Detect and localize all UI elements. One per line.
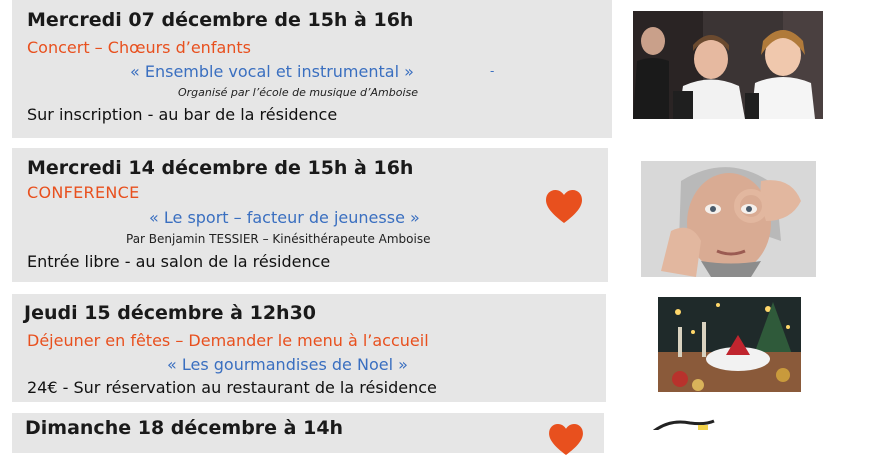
decorative-dash: -: [490, 64, 495, 78]
event-subtitle: CONFERENCE: [27, 183, 140, 202]
event-organizer: Organisé par l’école de musique d’Ambois…: [178, 86, 419, 99]
event-date: Mercredi 14 décembre de 15h à 16h: [27, 157, 414, 179]
event-date: Mercredi 07 décembre de 15h à 16h: [27, 9, 414, 31]
christmas-table-photo: [658, 297, 801, 392]
event-quote: « Le sport – facteur de jeunesse »: [149, 208, 420, 227]
event-info: 24€ - Sur réservation au restaurant de l…: [27, 378, 437, 397]
event-date: Jeudi 15 décembre à 12h30: [24, 302, 317, 324]
event-subtitle: Déjeuner en fêtes – Demander le menu à l…: [27, 331, 429, 350]
heart-icon: [546, 190, 582, 223]
event-info: Sur inscription - au bar de la résidence: [27, 105, 338, 124]
event-date: Dimanche 18 décembre à 14h: [25, 417, 344, 439]
event-card-1: Mercredi 07 décembre de 15h à 16h Concer…: [12, 0, 612, 138]
children-choir-photo: [633, 11, 823, 119]
event-organizer: Par Benjamin TESSIER – Kinésithérapeute …: [126, 232, 431, 246]
event-card-3: Jeudi 15 décembre à 12h30 Déjeuner en fê…: [12, 294, 606, 402]
event-poster-photo: [650, 416, 720, 430]
event-card-4: Dimanche 18 décembre à 14h: [12, 413, 604, 456]
event-quote: « Les gourmandises de Noel »: [167, 355, 408, 374]
senior-woman-photo: [641, 161, 816, 277]
heart-icon: [549, 424, 583, 456]
event-subtitle: Concert – Chœurs d’enfants: [27, 38, 251, 57]
event-quote: « Ensemble vocal et instrumental »: [130, 62, 414, 81]
event-card-2: Mercredi 14 décembre de 15h à 16h CONFER…: [12, 148, 608, 282]
event-info: Entrée libre - au salon de la résidence: [27, 252, 331, 271]
